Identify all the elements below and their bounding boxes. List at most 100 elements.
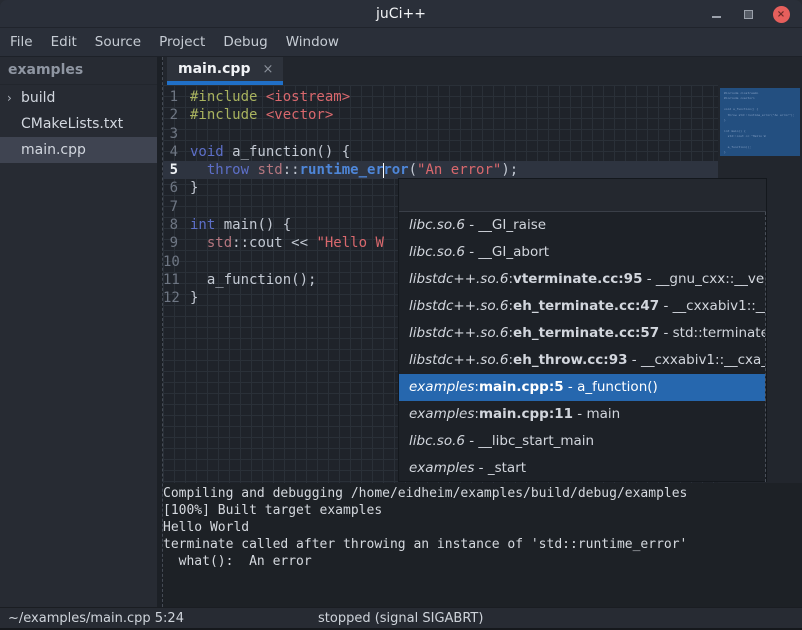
project-name-header: examples bbox=[0, 57, 157, 85]
code-content bbox=[184, 253, 190, 271]
backtrace-item[interactable]: libstdc++.so.6:eh_terminate.cc:47 - __cx… bbox=[399, 293, 765, 320]
backtrace-lib: examples bbox=[409, 406, 474, 422]
backtrace-item[interactable]: libc.so.6 - __GI_raise bbox=[399, 212, 765, 239]
code-content bbox=[184, 125, 190, 143]
title-bar: juCi++ × bbox=[0, 0, 802, 28]
line-number: 5 bbox=[163, 161, 184, 179]
backtrace-item[interactable]: examples:main.cpp:5 - a_function() bbox=[399, 374, 765, 401]
chevron-right-icon[interactable]: › bbox=[7, 91, 21, 105]
main-region: examples ›build CMakeLists.txt main.cpp ma… bbox=[0, 57, 802, 607]
tab-bar: main.cpp × bbox=[163, 57, 802, 85]
restore-icon bbox=[744, 10, 753, 19]
popup-search-input[interactable] bbox=[399, 179, 766, 212]
line-number: 9 bbox=[163, 234, 184, 252]
restore-button[interactable] bbox=[738, 0, 758, 28]
menu-item-project[interactable]: Project bbox=[159, 34, 205, 50]
code-content: int main() { bbox=[184, 216, 291, 234]
code-content: #include <iostream> bbox=[184, 88, 350, 106]
editor-column: main.cpp × 1#include <iostream>2#include… bbox=[163, 57, 802, 607]
code-line-3: 3 bbox=[163, 125, 718, 143]
code-content: void a_function() { bbox=[184, 143, 350, 161]
backtrace-item[interactable]: libc.so.6 - __libc_start_main bbox=[399, 428, 765, 455]
line-number: 8 bbox=[163, 216, 184, 234]
backtrace-lib: libstdc++.so.6 bbox=[409, 271, 508, 287]
backtrace-lib: libc.so.6 bbox=[409, 244, 465, 260]
backtrace-item[interactable]: libc.so.6 - __GI_abort bbox=[399, 239, 765, 266]
tab-main-cpp[interactable]: main.cpp × bbox=[167, 57, 283, 85]
line-number: 11 bbox=[163, 271, 184, 289]
line-number: 12 bbox=[163, 289, 184, 307]
backtrace-location: eh_throw.cc:93 bbox=[513, 352, 627, 368]
status-debug-state: stopped (signal SIGABRT) bbox=[318, 608, 483, 629]
terminal-line: [100%] Built target examples bbox=[163, 502, 802, 519]
code-content: #include <vector> bbox=[184, 106, 333, 124]
menu-item-file[interactable]: File bbox=[10, 34, 33, 50]
backtrace-item[interactable]: libstdc++.so.6:eh_terminate.cc:57 - std:… bbox=[399, 320, 765, 347]
window-title: juCi++ bbox=[0, 0, 802, 28]
backtrace-item[interactable]: examples - _start bbox=[399, 455, 765, 482]
backtrace-item[interactable]: libstdc++.so.6:eh_throw.cc:93 - __cxxabi… bbox=[399, 347, 765, 374]
code-content: std::cout << "Hello W bbox=[184, 234, 384, 252]
code-line-2: 2#include <vector> bbox=[163, 106, 718, 124]
backtrace-lib: libc.so.6 bbox=[409, 217, 465, 233]
status-bar: ~/examples/main.cpp 5:24 stopped (signal… bbox=[0, 607, 802, 630]
backtrace-lib: libc.so.6 bbox=[409, 433, 465, 449]
line-number: 2 bbox=[163, 106, 184, 124]
minimize-icon bbox=[712, 16, 721, 18]
terminal-line: Compiling and debugging /home/eidheim/ex… bbox=[163, 485, 802, 502]
tree-item-label: build bbox=[21, 90, 55, 106]
backtrace-location: eh_terminate.cc:47 bbox=[513, 298, 659, 314]
overview-map-content: #include <iostream> #include <vector> vo… bbox=[720, 88, 800, 156]
backtrace-popup: libc.so.6 - __GI_raiselibc.so.6 - __GI_a… bbox=[398, 178, 767, 482]
source-editor: 1#include <iostream>2#include <vector>34… bbox=[163, 85, 802, 483]
file-tree: ›build CMakeLists.txt main.cpp bbox=[0, 85, 157, 163]
line-number: 7 bbox=[163, 198, 184, 216]
line-number: 4 bbox=[163, 143, 184, 161]
code-content: } bbox=[184, 179, 198, 197]
tab-close-icon[interactable]: × bbox=[262, 62, 273, 77]
close-icon: × bbox=[773, 6, 790, 23]
code-line-1: 1#include <iostream> bbox=[163, 88, 718, 106]
backtrace-location: eh_terminate.cc:57 bbox=[513, 325, 659, 341]
overview-map[interactable]: #include <iostream> #include <vector> vo… bbox=[720, 88, 800, 156]
terminal-output[interactable]: Compiling and debugging /home/eidheim/ex… bbox=[163, 483, 802, 607]
tree-item-main-cpp[interactable]: main.cpp bbox=[0, 137, 157, 163]
menu-item-debug[interactable]: Debug bbox=[223, 34, 267, 50]
close-button[interactable]: × bbox=[770, 0, 792, 28]
status-file-position: ~/examples/main.cpp 5:24 bbox=[8, 608, 184, 629]
menu-bar: File Edit Source Project Debug Window bbox=[0, 28, 802, 57]
minimize-button[interactable] bbox=[706, 0, 726, 28]
backtrace-lib: libstdc++.so.6 bbox=[409, 352, 508, 368]
backtrace-item[interactable]: examples:main.cpp:11 - main bbox=[399, 401, 765, 428]
code-content: } bbox=[184, 289, 198, 307]
terminal-line: Hello World bbox=[163, 519, 802, 536]
backtrace-lib: libstdc++.so.6 bbox=[409, 325, 508, 341]
code-content: throw std::runtime_error("An error"); bbox=[184, 161, 518, 179]
tree-item-label: CMakeLists.txt bbox=[21, 116, 123, 132]
backtrace-lib: examples bbox=[409, 460, 474, 476]
terminal-line: what(): An error bbox=[163, 553, 802, 570]
line-number: 3 bbox=[163, 125, 184, 143]
backtrace-location: vterminate.cc:95 bbox=[513, 271, 642, 287]
code-content: a_function(); bbox=[184, 271, 316, 289]
code-line-4: 4void a_function() { bbox=[163, 143, 718, 161]
line-number: 10 bbox=[163, 253, 184, 271]
code-content bbox=[184, 198, 190, 216]
tree-item-label: main.cpp bbox=[21, 142, 86, 158]
code-line-5: 5 throw std::runtime_error("An error"); bbox=[163, 161, 718, 179]
backtrace-lib: libstdc++.so.6 bbox=[409, 298, 508, 314]
menu-item-edit[interactable]: Edit bbox=[51, 34, 77, 50]
project-sidebar: examples ›build CMakeLists.txt main.cpp bbox=[0, 57, 157, 607]
menu-item-source[interactable]: Source bbox=[95, 34, 141, 50]
app-window: juCi++ × File Edit Source Project Debug Windo… bbox=[0, 0, 802, 630]
terminal-line: terminate called after throwing an insta… bbox=[163, 536, 802, 553]
tree-item-build[interactable]: ›build bbox=[0, 85, 157, 111]
backtrace-list: libc.so.6 - __GI_raiselibc.so.6 - __GI_a… bbox=[399, 212, 766, 482]
backtrace-location: main.cpp:5 bbox=[479, 379, 564, 395]
line-number: 6 bbox=[163, 179, 184, 197]
menu-item-window[interactable]: Window bbox=[286, 34, 339, 50]
backtrace-lib: examples bbox=[409, 379, 474, 395]
tab-label: main.cpp bbox=[178, 61, 250, 77]
tree-item-cmakelists-txt[interactable]: CMakeLists.txt bbox=[0, 111, 157, 137]
backtrace-item[interactable]: libstdc++.so.6:vterminate.cc:95 - __gnu_… bbox=[399, 266, 765, 293]
